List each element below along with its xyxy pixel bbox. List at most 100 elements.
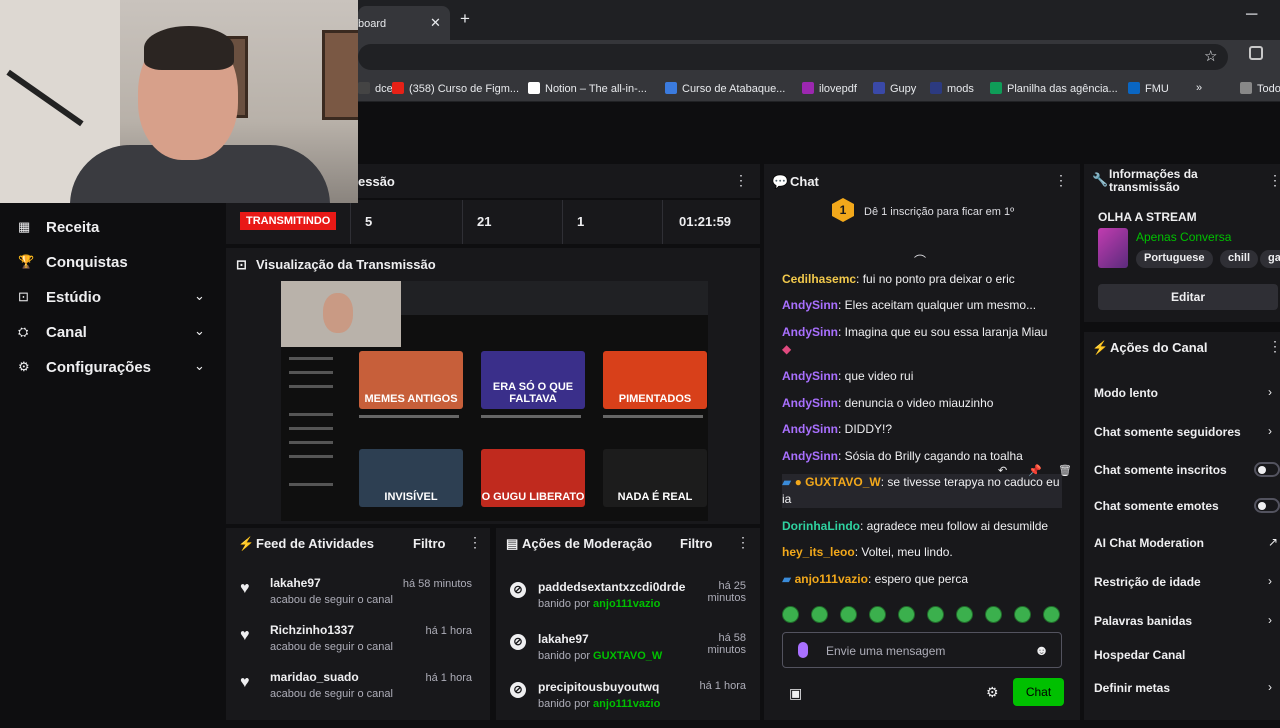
feed-filter-button[interactable]: Filtro <box>413 536 446 551</box>
bookmark-item[interactable]: FMU <box>1128 82 1169 95</box>
close-tab-icon[interactable]: ✕ <box>430 15 441 31</box>
bookmark-item[interactable]: dcel <box>358 82 395 95</box>
preview-sidebar-line <box>289 455 333 458</box>
sidebar-item-estudio[interactable]: ⊡ Estúdio ⌄ <box>0 283 226 313</box>
emote-icon: ◆ <box>782 342 792 356</box>
more-options-icon[interactable]: ⋮ <box>468 534 482 551</box>
emote-icon[interactable] <box>1043 606 1060 623</box>
chat-message: AndySinn: Eles aceitam qualquer um mesmo… <box>782 298 1037 312</box>
extensions-icon[interactable] <box>1249 46 1263 60</box>
emote-icon[interactable] <box>1014 606 1031 623</box>
chevron-down-icon: ⌄ <box>194 323 205 338</box>
bookmark-item[interactable]: Planilha das agência... <box>990 82 1118 95</box>
bookmarks-overflow-icon[interactable]: » <box>1196 82 1202 94</box>
action-host-channel[interactable]: Hospedar Canal <box>1084 644 1280 668</box>
bookmark-item[interactable]: ilovepdf <box>802 82 857 95</box>
toggle-switch[interactable] <box>1254 498 1280 513</box>
emote-bar <box>782 606 1072 626</box>
more-options-icon[interactable]: ⋮ <box>734 172 748 189</box>
collapse-icon[interactable]: ⌒ <box>914 252 926 269</box>
heart-icon: ♥ <box>240 580 250 597</box>
document-icon: ▤ <box>506 536 519 551</box>
pin-icon[interactable]: 📌 <box>1028 464 1042 477</box>
sidebar-item-configuracoes[interactable]: ⚙ Configurações ⌄ <box>0 353 226 383</box>
preview-sidebar-line <box>289 427 333 430</box>
bookmark-item[interactable]: Gupy <box>873 82 916 95</box>
trash-icon[interactable]: 🗑 <box>1058 464 1072 477</box>
moderation-title[interactable]: Ações de Moderação <box>522 536 652 551</box>
moderation-item[interactable]: ⊘ paddedsextantxzcdi0drde banido por anj… <box>496 580 760 628</box>
sidebar-item-receita[interactable]: ▦ Receita <box>0 213 226 243</box>
preview-sidebar-line <box>289 371 333 374</box>
tag[interactable]: Portuguese <box>1136 250 1213 268</box>
live-status-badge: TRANSMITINDO <box>240 212 337 230</box>
edit-button[interactable]: Editar <box>1098 284 1278 310</box>
url-input[interactable] <box>358 44 1228 70</box>
chat-send-button[interactable]: Chat <box>1013 678 1064 706</box>
feed-item[interactable]: ♥ Richzinho1337 acabou de seguir o canal… <box>226 623 486 667</box>
action-emotes-only[interactable]: Chat somente emotes <box>1084 495 1280 519</box>
moderation-filter-button[interactable]: Filtro <box>680 536 713 551</box>
emoji-icon[interactable]: ☻ <box>1034 642 1049 658</box>
chat-input-placeholder: Envie uma mensagem <box>826 644 946 658</box>
action-slow-mode[interactable]: Modo lento › <box>1084 382 1280 406</box>
preview-meta <box>359 415 459 418</box>
stream-preview-video[interactable]: MEMES ANTIGOS ERA SÓ O QUE FALTAVA PIMEN… <box>281 281 708 521</box>
emote-icon[interactable] <box>782 606 799 623</box>
emote-icon[interactable] <box>840 606 857 623</box>
tag[interactable]: chill <box>1220 250 1259 268</box>
action-followers-only[interactable]: Chat somente seguidores › <box>1084 421 1280 445</box>
more-options-icon[interactable]: ⋮ <box>1268 338 1280 355</box>
mic-icon[interactable] <box>798 642 808 658</box>
chevron-right-icon: › <box>1268 680 1272 694</box>
action-set-goals[interactable]: Definir metas › <box>1084 677 1280 701</box>
sub-gift-banner[interactable]: 1 Dê 1 inscrição para ficar em 1º <box>764 194 1080 232</box>
tag[interactable]: gar <box>1260 250 1280 268</box>
emote-icon[interactable] <box>869 606 886 623</box>
undo-icon[interactable]: ↶ <box>998 464 1007 477</box>
feed-action: acabou de seguir o canal <box>270 688 393 700</box>
bookmark-item[interactable]: Todo <box>1240 82 1280 95</box>
chat-input[interactable]: Envie uma mensagem ☻ <box>782 632 1062 668</box>
sidebar-item-canal[interactable]: ⛭ Canal ⌄ <box>0 318 226 348</box>
browser-tab[interactable]: board ✕ <box>358 6 450 40</box>
emote-icon[interactable] <box>927 606 944 623</box>
feed-user: Richzinho1337 <box>270 623 355 637</box>
action-ai-moderation[interactable]: AI Chat Moderation ↗ <box>1084 532 1280 556</box>
bookmark-item[interactable]: Notion – The all-in-... <box>528 82 647 95</box>
external-link-icon: ↗ <box>1268 535 1279 549</box>
gear-icon[interactable]: ⚙ <box>986 684 999 701</box>
session-title: essão <box>358 174 395 189</box>
stream-category[interactable]: Apenas Conversa <box>1136 230 1231 244</box>
emote-icon[interactable] <box>956 606 973 623</box>
sidebar-item-conquistas[interactable]: 🏆 Conquistas <box>0 248 226 278</box>
action-banned-words[interactable]: Palavras banidas › <box>1084 610 1280 634</box>
more-options-icon[interactable]: ⋮ <box>1268 172 1280 189</box>
moderation-item[interactable]: ⊘ lakahe97 banido por GUXTAVO_W há 58 mi… <box>496 632 760 680</box>
action-age-restriction[interactable]: Restrição de idade › <box>1084 571 1280 595</box>
activity-feed-panel: ⚡ Feed de Atividades Filtro ⋮ ♥ lakahe97… <box>226 528 490 720</box>
new-tab-icon[interactable]: + <box>460 9 470 29</box>
chevron-down-icon: ⌄ <box>194 358 205 373</box>
bookmark-item[interactable]: (358) Curso de Figm... <box>392 82 519 95</box>
chat-icon: 💬 <box>772 174 789 189</box>
action-subs-only[interactable]: Chat somente inscritos <box>1084 459 1280 483</box>
emote-icon[interactable] <box>811 606 828 623</box>
bookmark-item[interactable]: Curso de Atabaque... <box>665 82 785 95</box>
feed-item[interactable]: ♥ lakahe97 acabou de seguir o canal há 5… <box>226 576 486 620</box>
session-panel-header: essão ⋮ <box>358 164 760 198</box>
feed-item[interactable]: ♥ maridao_suado acabou de seguir o canal… <box>226 670 486 714</box>
bookmark-favicon-icon <box>665 82 677 94</box>
minimize-icon[interactable]: ─ <box>1246 6 1257 24</box>
preview-sidebar-line <box>289 483 333 486</box>
store-icon[interactable]: ▣ <box>789 685 802 702</box>
emote-icon[interactable] <box>985 606 1002 623</box>
bookmark-star-icon[interactable]: ☆ <box>1204 47 1217 65</box>
more-options-icon[interactable]: ⋮ <box>1054 172 1068 189</box>
toggle-switch[interactable] <box>1254 462 1280 477</box>
bookmark-item[interactable]: mods <box>930 82 974 95</box>
more-options-icon[interactable]: ⋮ <box>736 534 750 551</box>
moderation-item[interactable]: ⊘ precipitousbuyoutwq banido por anjo111… <box>496 680 760 728</box>
emote-icon[interactable] <box>898 606 915 623</box>
preview-thumbnail: PIMENTADOS <box>603 351 707 409</box>
